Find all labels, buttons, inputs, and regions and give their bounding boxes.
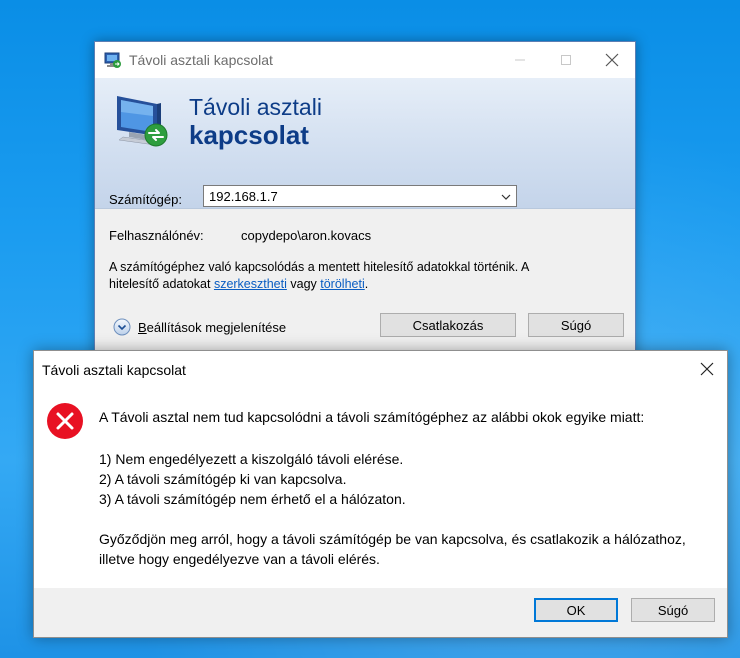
show-options-label: Beállítások megjelenítése — [138, 320, 286, 335]
chevron-down-icon[interactable] — [500, 191, 512, 203]
monitor-connection-icon — [117, 96, 168, 147]
maximize-icon — [561, 55, 571, 65]
minimize-icon — [515, 59, 525, 61]
error-reasons-list: 1) Nem engedélyezett a kiszolgáló távoli… — [99, 449, 406, 509]
rdc-window: Távoli asztali kapcsolat Távoli asztali … — [94, 41, 636, 361]
rdc-help-button[interactable]: Súgó — [528, 313, 624, 337]
error-help-button[interactable]: Súgó — [631, 598, 715, 622]
error-hint: Győződjön meg arról, hogy a távoli számí… — [99, 531, 686, 567]
minimize-button[interactable] — [497, 42, 543, 78]
maximize-button[interactable] — [543, 42, 589, 78]
banner-title-line1: Távoli asztali — [189, 94, 322, 120]
show-options-accel: B — [138, 319, 147, 335]
error-dialog-title: Távoli asztali kapcsolat — [42, 362, 186, 378]
rdc-app-icon — [104, 52, 121, 68]
show-options-text: eállítások megjelenítése — [146, 319, 287, 335]
computer-label: Számítógép: — [109, 192, 182, 207]
error-x-icon — [47, 403, 83, 439]
credentials-info-text-2: vagy — [286, 277, 321, 291]
error-reason: 2) A távoli számítógép ki van kapcsolva. — [99, 471, 347, 487]
rdc-titlebar[interactable]: Távoli asztali kapcsolat — [95, 42, 635, 78]
rdc-title: Távoli asztali kapcsolat — [129, 52, 273, 68]
error-dialog: Távoli asztali kapcsolat A Távoli asztal… — [33, 350, 728, 638]
connect-button[interactable]: Csatlakozás — [380, 313, 516, 337]
chevron-down-circle-icon[interactable] — [113, 318, 131, 336]
delete-credentials-link[interactable]: törölheti — [320, 277, 364, 291]
error-reason: 3) A távoli számítógép nem érhető el a h… — [99, 491, 406, 507]
close-icon — [700, 362, 714, 376]
error-reason: 1) Nem engedélyezett a kiszolgáló távoli… — [99, 451, 404, 467]
close-icon — [605, 53, 619, 67]
username-label: Felhasználónév: — [109, 228, 204, 243]
error-message: A Távoli asztal nem tud kapcsolódni a tá… — [99, 409, 645, 425]
computer-combobox[interactable]: 192.168.1.7 — [203, 185, 517, 207]
error-close-button[interactable] — [687, 351, 727, 387]
edit-credentials-link[interactable]: szerkesztheti — [214, 277, 287, 291]
ok-button[interactable]: OK — [534, 598, 618, 622]
error-dialog-footer: OK Súgó — [34, 588, 727, 637]
computer-value: 192.168.1.7 — [209, 189, 278, 204]
credentials-info: A számítógéphez való kapcsolódás a mente… — [109, 259, 529, 293]
banner-title-line2: kapcsolat — [189, 120, 309, 150]
close-button[interactable] — [589, 42, 635, 78]
username-value: copydepo\aron.kovacs — [241, 228, 372, 243]
show-options-toggle[interactable]: Beállítások megjelenítése — [113, 317, 286, 337]
credentials-info-text-3: . — [364, 277, 369, 291]
